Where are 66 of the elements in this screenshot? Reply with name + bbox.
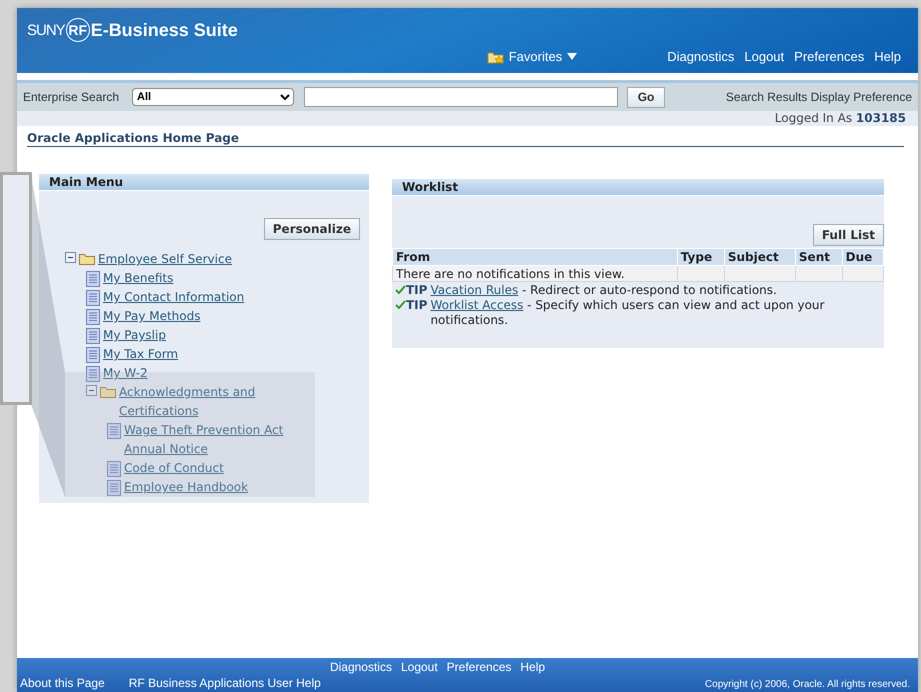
- folder-star-icon[interactable]: [486, 50, 504, 64]
- document-icon: [86, 290, 100, 306]
- header-link[interactable]: Diagnostics: [667, 49, 734, 64]
- check-icon: [395, 300, 406, 309]
- scope-dropdown[interactable]: All: [132, 88, 294, 106]
- menu-link[interactable]: Wage Theft Prevention Act Annual Notice: [124, 421, 287, 459]
- search-field[interactable]: [304, 87, 618, 107]
- footer-link[interactable]: Logout: [400, 660, 438, 674]
- folder-icon: [100, 385, 116, 398]
- full-list-button[interactable]: Full List: [812, 224, 884, 246]
- copyright-text: Copyright (c) 2006, Oracle. All rights reserved.: [704, 679, 911, 690]
- footer-link[interactable]: Preferences: [446, 660, 512, 674]
- menu-link[interactable]: Employee Self Service: [98, 250, 232, 269]
- column-header: Sent: [795, 248, 842, 266]
- header-link[interactable]: Preferences: [794, 49, 864, 64]
- header-link[interactable]: Logout: [744, 49, 784, 64]
- document-icon: [86, 271, 100, 287]
- footer-link[interactable]: About this Page: [20, 676, 105, 690]
- document-icon: [86, 328, 100, 344]
- app-title: E-Business Suite: [90, 20, 238, 40]
- tip-link[interactable]: Worklist Access: [430, 298, 524, 312]
- go-button[interactable]: Go: [627, 86, 666, 108]
- menu-link[interactable]: Code of Conduct: [124, 459, 224, 478]
- tip-label: TIP: [406, 298, 428, 312]
- footer-link[interactable]: Help: [520, 660, 546, 674]
- logo-text: SUNY: [27, 22, 65, 38]
- tip-label: TIP: [406, 283, 428, 297]
- column-header: Subject: [724, 248, 796, 266]
- folder-icon: [79, 252, 95, 265]
- caret-icon[interactable]: [567, 53, 578, 60]
- menu-link[interactable]: My Pay Methods: [103, 307, 200, 326]
- document-icon: [86, 309, 100, 325]
- logged-in-text: Logged In As 103185: [774, 111, 906, 125]
- tip-text: Vacation Rules - Redirect or auto-respond to notifications.: [430, 283, 777, 298]
- panel-header: Worklist: [392, 179, 884, 196]
- menu-link[interactable]: My Tax Form: [103, 345, 178, 364]
- document-icon: [107, 480, 121, 496]
- footer-link[interactable]: RF Business Applications User Help: [128, 676, 321, 690]
- collapse-icon[interactable]: [65, 252, 76, 263]
- document-icon: [86, 347, 100, 363]
- tip-link[interactable]: Vacation Rules: [430, 283, 518, 297]
- document-icon: [86, 366, 100, 382]
- menu-link[interactable]: My Benefits: [103, 269, 174, 288]
- document-icon: [107, 461, 121, 477]
- page-title: Oracle Applications Home Page: [27, 131, 904, 147]
- menu-link[interactable]: My Payslip: [103, 326, 166, 345]
- document-icon: [107, 423, 121, 439]
- column-header: Type: [677, 248, 724, 266]
- column-header: Due: [842, 248, 884, 266]
- panel-header: Main Menu: [39, 174, 369, 191]
- empty-message: There are no notifications in this view.: [392, 266, 678, 282]
- preference-link[interactable]: Search Results Display Preference: [726, 90, 912, 104]
- personalize-button[interactable]: Personalize: [264, 218, 360, 240]
- column-header: From: [392, 248, 678, 266]
- footer-link[interactable]: Diagnostics: [330, 660, 392, 674]
- check-icon: [395, 285, 406, 294]
- logo-emblem: RF: [66, 18, 90, 42]
- header-link[interactable]: Help: [874, 49, 901, 64]
- search-label: Enterprise Search: [23, 90, 120, 104]
- favorites-menu[interactable]: Favorites: [508, 49, 562, 64]
- menu-link[interactable]: Employee Handbook: [124, 478, 248, 497]
- tip-text: Worklist Access - Specify which users can view and act upon your notifications.: [430, 298, 826, 328]
- collapse-icon[interactable]: [86, 385, 97, 396]
- menu-link[interactable]: My W-2: [103, 364, 148, 383]
- menu-link[interactable]: Acknowledgments and Certifications: [119, 383, 287, 421]
- menu-link[interactable]: My Contact Information: [103, 288, 244, 307]
